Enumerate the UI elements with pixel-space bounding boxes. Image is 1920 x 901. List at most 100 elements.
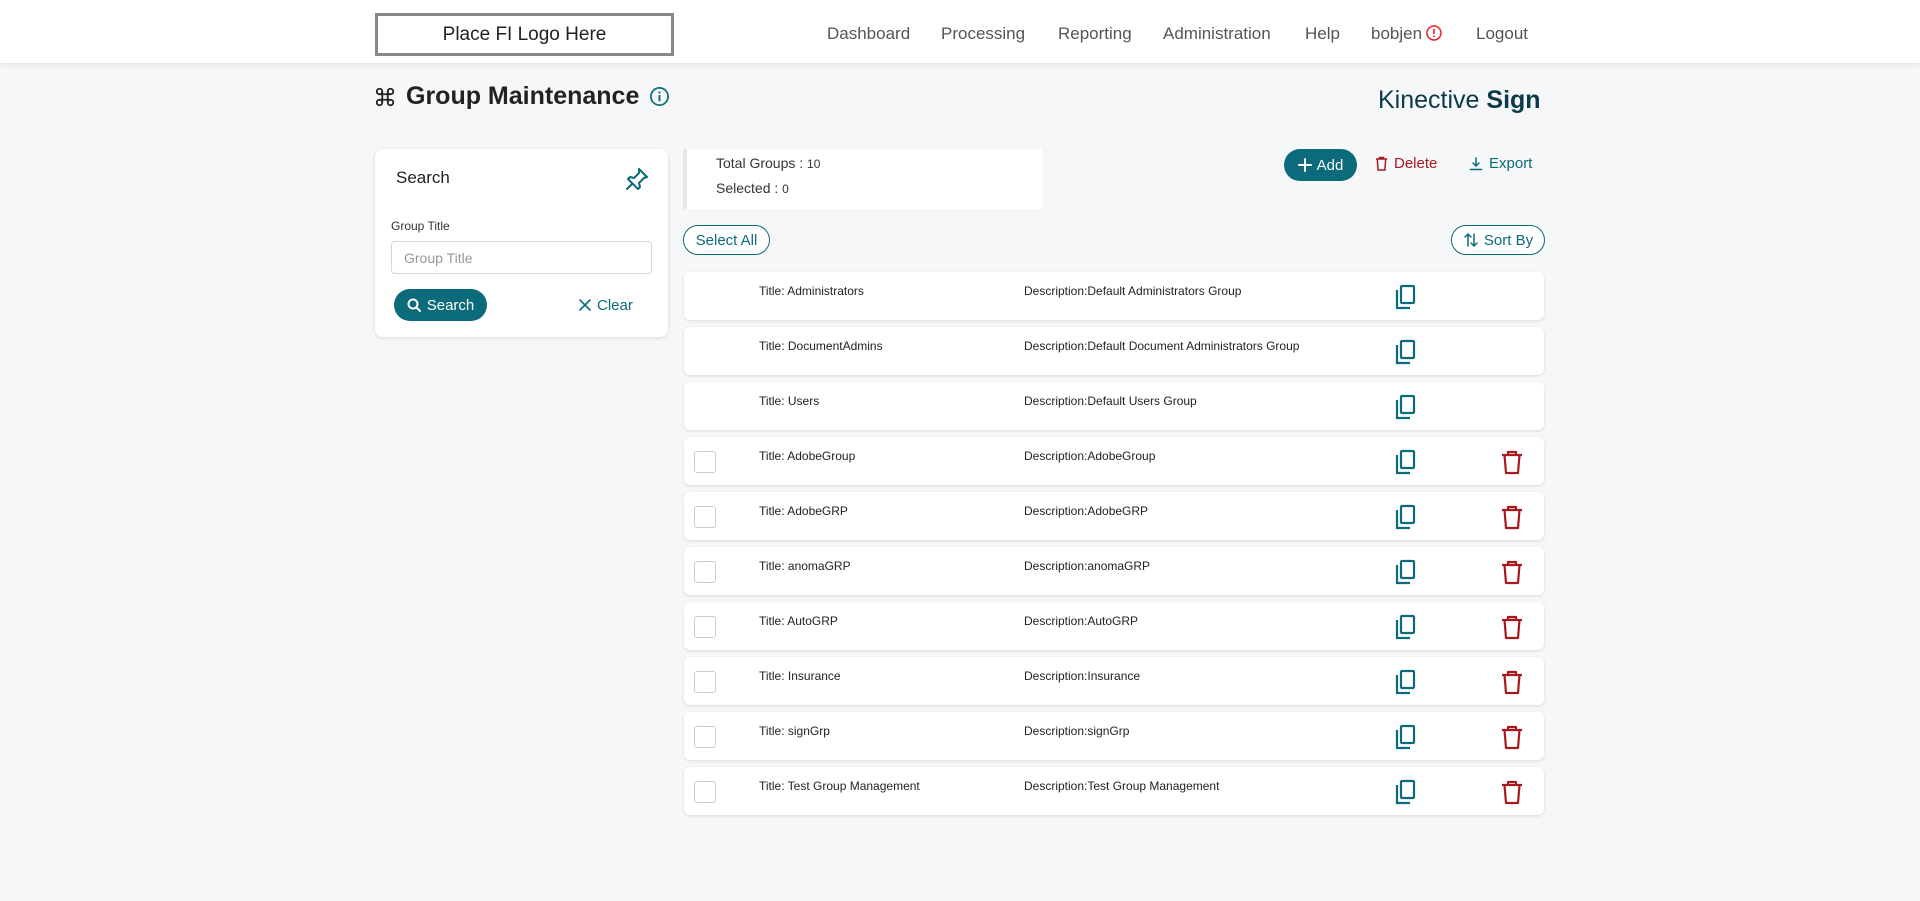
brand-product: Sign — [1486, 86, 1541, 114]
nav-logout[interactable]: Logout — [1476, 24, 1528, 44]
page-title-row: Group Maintenance — [374, 82, 670, 111]
trash-icon[interactable] — [1499, 779, 1525, 805]
delete-button[interactable]: Delete — [1375, 155, 1437, 172]
table-row[interactable]: Title: anomaGRP Description:anomaGRP — [684, 547, 1544, 595]
pin-icon[interactable] — [623, 165, 651, 193]
selected-count: Selected : 0 — [716, 180, 789, 196]
table-row[interactable]: Title: Users Description:Default Users Gr… — [684, 382, 1544, 430]
nav-help[interactable]: Help — [1305, 24, 1340, 44]
copy-icon[interactable] — [1392, 339, 1418, 365]
group-title: Title: AdobeGRP — [759, 504, 848, 518]
row-checkbox[interactable] — [694, 781, 716, 803]
selected-label: Selected : — [716, 180, 783, 196]
row-checkbox[interactable] — [694, 506, 716, 528]
group-description: Description:AdobeGroup — [1024, 449, 1156, 463]
command-icon — [375, 87, 395, 106]
search-icon — [407, 298, 421, 312]
export-button[interactable]: Export — [1469, 155, 1532, 172]
group-description: Description:AutoGRP — [1024, 614, 1139, 628]
download-icon — [1469, 156, 1483, 170]
table-row[interactable]: Title: AdobeGRP Description:AdobeGRP — [684, 492, 1544, 540]
select-all-button[interactable]: Select All — [683, 225, 770, 255]
table-row[interactable]: Title: AdobeGroup Description:AdobeGroup — [684, 437, 1544, 485]
group-title-label: Group Title — [391, 219, 450, 233]
export-button-label: Export — [1489, 155, 1533, 172]
row-checkbox[interactable] — [694, 451, 716, 473]
group-title: Title: Administrators — [759, 284, 864, 298]
copy-icon[interactable] — [1392, 284, 1418, 310]
trash-icon[interactable] — [1499, 669, 1525, 695]
add-button[interactable]: Add — [1284, 149, 1357, 181]
logo-placeholder[interactable]: Place FI Logo Here — [375, 13, 674, 56]
close-icon — [579, 299, 591, 311]
trash-icon[interactable] — [1499, 614, 1525, 640]
nav-administration[interactable]: Administration — [1163, 24, 1271, 44]
group-title: Title: signGrp — [759, 724, 830, 738]
group-title: Title: Insurance — [759, 669, 841, 683]
add-button-label: Add — [1316, 156, 1344, 174]
group-description: Description:AdobeGRP — [1024, 504, 1149, 518]
alert-icon — [1426, 25, 1442, 41]
group-summary: Total Groups : 10 Selected : 0 — [683, 149, 1042, 209]
copy-icon[interactable] — [1392, 669, 1418, 695]
search-panel: Search Group Title Search Clear — [375, 149, 668, 337]
copy-icon[interactable] — [1392, 449, 1418, 475]
search-button[interactable]: Search — [394, 289, 487, 321]
nav-user-menu[interactable]: bobjen — [1371, 24, 1442, 44]
group-description: Description:anomaGRP — [1024, 559, 1151, 573]
group-title: Title: AutoGRP — [759, 614, 838, 628]
group-description: Description:Default Administrators Group — [1024, 284, 1242, 298]
row-checkbox[interactable] — [694, 616, 716, 638]
total-groups: Total Groups : 10 — [716, 155, 820, 171]
page-title: Group Maintenance — [406, 82, 640, 110]
search-panel-title: Search — [396, 168, 450, 187]
top-navbar: Place FI Logo Here Dashboard Processing … — [0, 0, 1920, 63]
group-description: Description:Test Group Management — [1024, 779, 1220, 793]
table-row[interactable]: Title: signGrp Description:signGrp — [684, 712, 1544, 760]
brand-name: Kinective — [1378, 86, 1487, 114]
row-checkbox[interactable] — [694, 561, 716, 583]
group-description: Description:Default Users Group — [1024, 394, 1197, 408]
trash-icon[interactable] — [1499, 724, 1525, 750]
info-icon[interactable] — [649, 86, 670, 107]
selected-value: 0 — [782, 182, 789, 196]
group-description: Description:Insurance — [1024, 669, 1141, 683]
total-groups-label: Total Groups : — [716, 155, 808, 171]
clear-button-label: Clear — [597, 296, 633, 314]
row-checkbox[interactable] — [694, 671, 716, 693]
table-row[interactable]: Title: DocumentAdmins Description:Default… — [684, 327, 1544, 375]
table-row[interactable]: Title: Test Group Management Description:… — [684, 767, 1544, 815]
clear-button[interactable]: Clear — [579, 292, 633, 318]
sort-by-button[interactable]: Sort By — [1451, 225, 1545, 255]
copy-icon[interactable] — [1392, 504, 1418, 530]
sort-by-label: Sort By — [1483, 231, 1534, 249]
nav-reporting[interactable]: Reporting — [1058, 24, 1132, 44]
trash-icon — [1376, 156, 1387, 171]
trash-icon[interactable] — [1499, 449, 1525, 475]
nav-dashboard[interactable]: Dashboard — [827, 24, 910, 44]
table-row[interactable]: Title: Administrators Description:Default… — [684, 272, 1544, 320]
row-checkbox[interactable] — [694, 726, 716, 748]
table-row[interactable]: Title: Insurance Description:Insurance — [684, 657, 1544, 705]
table-row[interactable]: Title: AutoGRP Description:AutoGRP — [684, 602, 1544, 650]
nav-processing[interactable]: Processing — [941, 24, 1025, 44]
plus-icon — [1297, 158, 1312, 172]
copy-icon[interactable] — [1392, 394, 1418, 420]
sort-icon — [1464, 233, 1478, 247]
copy-icon[interactable] — [1392, 779, 1418, 805]
username: bobjen — [1371, 24, 1423, 43]
delete-button-label: Delete — [1394, 155, 1438, 172]
trash-icon[interactable] — [1499, 504, 1525, 530]
group-title: Title: Users — [759, 394, 820, 408]
group-title: Title: anomaGRP — [759, 559, 851, 573]
group-title: Title: Test Group Management — [759, 779, 920, 793]
group-title: Title: DocumentAdmins — [759, 339, 883, 353]
group-description: Description:signGrp — [1024, 724, 1130, 738]
copy-icon[interactable] — [1392, 724, 1418, 750]
search-button-label: Search — [426, 296, 475, 314]
brand-logo: Kinective Sign — [1378, 86, 1541, 115]
trash-icon[interactable] — [1499, 559, 1525, 585]
copy-icon[interactable] — [1392, 559, 1418, 585]
copy-icon[interactable] — [1392, 614, 1418, 640]
group-title-input[interactable] — [391, 241, 652, 274]
